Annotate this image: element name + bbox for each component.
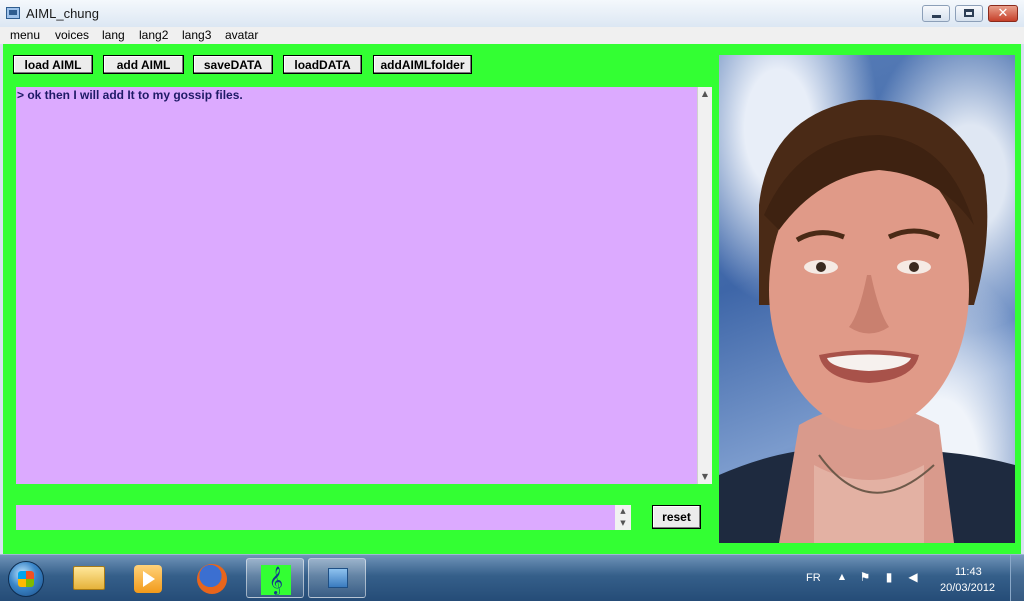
action-center-flag-icon[interactable]: ⚑ (858, 570, 872, 584)
save-data-button[interactable]: saveDATA (193, 55, 273, 74)
menu-item-menu[interactable]: menu (10, 28, 40, 42)
minimize-button[interactable] (922, 5, 950, 22)
talking-head-avatar-icon (719, 99, 1015, 543)
maximize-button[interactable] (955, 5, 983, 22)
client-area: load AIML add AIML saveDATA loadDATA add… (0, 44, 1024, 554)
firefox-icon (197, 564, 227, 594)
network-icon[interactable]: ▮ (882, 570, 896, 584)
reset-button[interactable]: reset (652, 505, 701, 529)
chat-line: > ok then I will add It to my gossip fil… (17, 88, 243, 102)
media-player-taskbar-icon[interactable] (120, 558, 178, 598)
show-hidden-icons-icon[interactable]: ▲ (835, 570, 849, 584)
menu-item-lang[interactable]: lang (102, 28, 125, 42)
language-indicator[interactable]: FR (806, 572, 821, 584)
windows-logo-icon (18, 571, 34, 587)
explorer-taskbar-icon[interactable] (60, 558, 118, 598)
aiml-app-taskbar-icon[interactable] (308, 558, 366, 598)
scroll-up-icon[interactable]: ▲ (698, 87, 712, 101)
maximize-icon (964, 9, 974, 17)
play-icon (134, 565, 162, 593)
add-aiml-button[interactable]: add AIML (103, 55, 184, 74)
chat-scrollbar[interactable]: ▲ ▼ (697, 87, 712, 484)
treble-clef-icon: 𝄞 (261, 565, 291, 595)
chat-input[interactable] (16, 505, 615, 530)
load-aiml-button[interactable]: load AIML (13, 55, 93, 74)
minimize-icon (932, 15, 941, 18)
menu-item-lang2[interactable]: lang2 (139, 28, 168, 42)
menu-item-lang3[interactable]: lang3 (182, 28, 211, 42)
title-bar: AIML_chung ✕ (0, 0, 1024, 28)
start-button[interactable] (8, 561, 44, 597)
window-icon (328, 568, 348, 588)
menu-item-voices[interactable]: voices (55, 28, 89, 42)
clock-time[interactable]: 11:43 (955, 566, 982, 578)
menu-bar: menu voices lang lang2 lang3 avatar (0, 27, 1024, 44)
close-icon: ✕ (997, 6, 1009, 21)
scroll-down-icon[interactable]: ▼ (698, 470, 712, 484)
window-title: AIML_chung (26, 6, 99, 21)
menu-item-avatar[interactable]: avatar (225, 28, 258, 42)
taskbar: 𝄞 FR ▲ ⚑ ▮ ◀ 11:43 20/03/2012 (0, 554, 1024, 601)
folder-icon (73, 566, 105, 590)
firefox-taskbar-icon[interactable] (184, 558, 242, 598)
avatar-view (719, 55, 1015, 543)
load-data-button[interactable]: loadDATA (283, 55, 362, 74)
input-spinner[interactable]: ▲ ▼ (615, 505, 631, 530)
show-desktop-button[interactable] (1010, 555, 1024, 601)
add-aiml-folder-button[interactable]: addAIMLfolder (373, 55, 472, 74)
app-icon (6, 7, 20, 19)
music-app-taskbar-icon[interactable]: 𝄞 (246, 558, 304, 598)
spin-down-icon[interactable]: ▼ (615, 516, 631, 530)
clock-date[interactable]: 20/03/2012 (940, 582, 995, 594)
chat-output[interactable]: > ok then I will add It to my gossip fil… (16, 87, 697, 484)
close-button[interactable]: ✕ (988, 5, 1018, 22)
speaker-icon[interactable]: ◀ (906, 570, 920, 584)
